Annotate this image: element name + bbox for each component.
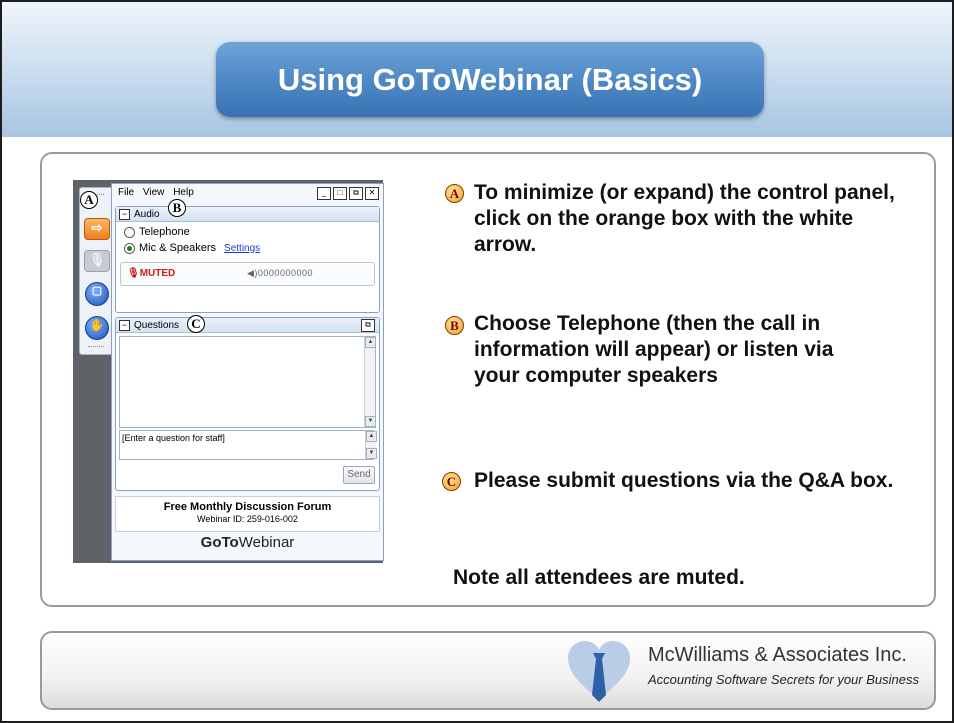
collapse-audio-icon[interactable]: − xyxy=(119,208,130,220)
slide-title: Using GoToWebinar (Basics) xyxy=(277,61,703,97)
expand-collapse-button[interactable]: ⇨ xyxy=(84,218,110,240)
company-logo-icon xyxy=(568,641,630,702)
menu-view[interactable]: View xyxy=(143,187,165,198)
question-input-scrollbar[interactable]: ▲ ▼ xyxy=(365,431,377,459)
window-controls: _ □ ⧉ ✕ xyxy=(317,187,379,200)
webinar-id: Webinar ID: 259-016-002 xyxy=(197,514,298,524)
audio-status: 🎙MUTED ◀)0000000000 xyxy=(120,262,375,286)
note-text: Note all attendees are muted. xyxy=(453,566,745,589)
bullet-b-text: Choose Telephone (then the call in infor… xyxy=(474,312,834,387)
logo-bold: GoTo xyxy=(200,534,239,551)
callout-c: C xyxy=(187,315,205,333)
collapse-questions-icon[interactable]: − xyxy=(119,319,130,331)
marker-b-icon: B xyxy=(445,316,464,335)
callout-a: A xyxy=(80,191,98,209)
questions-header-label: Questions xyxy=(134,319,180,331)
square-icon: ▢ xyxy=(91,285,103,297)
marker-a-icon: A xyxy=(445,184,464,203)
popout-questions-button[interactable]: ⧉ xyxy=(361,318,375,332)
audio-panel: − Audio Telephone Mic & Speakers Setting… xyxy=(115,206,380,313)
input-scroll-up-arrow[interactable]: ▲ xyxy=(366,431,377,442)
footer-panel xyxy=(40,631,936,710)
volume-meter: ◀)0000000000 xyxy=(247,268,313,278)
callout-b: B xyxy=(168,199,186,217)
questions-panel: − Questions ⧉ ▲ ▼ [Enter a question for … xyxy=(115,317,380,491)
scroll-down-arrow[interactable]: ▼ xyxy=(365,416,376,427)
panel-side-toolbar: ⇨ 🎙 ▢ ✋ xyxy=(79,187,113,355)
menu-file[interactable]: File xyxy=(118,187,134,198)
microphone-icon: 🎙 xyxy=(88,252,106,267)
marker-c-icon: C xyxy=(442,472,461,491)
maximize-button[interactable]: □ xyxy=(333,187,347,200)
telephone-option[interactable]: Telephone xyxy=(124,226,190,238)
logo-rest: Webinar xyxy=(238,534,295,551)
slide-header: Using GoToWebinar (Basics) xyxy=(2,2,952,137)
microphone-button[interactable]: 🎙 xyxy=(84,250,110,272)
audio-header: − Audio xyxy=(116,207,379,222)
telephone-label: Telephone xyxy=(139,226,190,238)
webinar-info: Free Monthly Discussion Forum Webinar ID… xyxy=(115,496,380,532)
muted-status: 🎙MUTED xyxy=(127,268,175,279)
settings-link[interactable]: Settings xyxy=(224,243,260,254)
menu-bar: File View Help xyxy=(118,187,200,198)
hand-icon: ✋ xyxy=(89,318,105,332)
question-input[interactable]: [Enter a question for staff] xyxy=(119,430,374,460)
mic-speakers-radio[interactable] xyxy=(124,242,135,254)
scroll-up-arrow[interactable]: ▲ xyxy=(365,337,376,348)
raise-hand-button[interactable]: ✋ xyxy=(85,316,109,340)
send-button[interactable]: Send xyxy=(343,466,375,484)
audio-header-label: Audio xyxy=(134,208,160,220)
title-banner: Using GoToWebinar (Basics) xyxy=(216,42,764,117)
gotowebinar-control-panel: ⇨ 🎙 ▢ ✋ File View Help _ □ ⧉ ✕ − Audio T… xyxy=(73,180,384,563)
questions-header: − Questions ⧉ xyxy=(116,318,379,333)
restore-button[interactable]: ⧉ xyxy=(349,187,363,200)
white-arrow-icon: ⇨ xyxy=(91,220,103,235)
microphone-icon-small: 🎙 xyxy=(127,268,140,279)
bullet-c-text: Please submit questions via the Q&A box. xyxy=(474,469,894,492)
telephone-radio[interactable] xyxy=(124,226,135,238)
grip-handle-bottom[interactable] xyxy=(88,346,104,350)
company-name: McWilliams & Associates Inc. xyxy=(648,644,907,666)
minimize-button[interactable]: _ xyxy=(317,187,331,200)
muted-label: MUTED xyxy=(139,268,176,279)
mic-speakers-label: Mic & Speakers xyxy=(139,242,217,254)
webinar-title: Free Monthly Discussion Forum xyxy=(163,501,332,513)
gotowebinar-logo: GoToWebinar xyxy=(112,534,383,551)
input-scroll-down-arrow[interactable]: ▼ xyxy=(366,448,377,459)
questions-log-scrollbar[interactable]: ▲ ▼ xyxy=(364,337,376,427)
bullet-a-text: To minimize (or expand) the control pane… xyxy=(474,181,895,256)
panel-main: File View Help _ □ ⧉ ✕ − Audio Telephone… xyxy=(111,183,384,561)
mic-speakers-option[interactable]: Mic & Speakers Settings xyxy=(124,242,260,254)
close-button[interactable]: ✕ xyxy=(365,187,379,200)
menu-help[interactable]: Help xyxy=(173,187,194,198)
questions-log[interactable]: ▲ ▼ xyxy=(119,336,376,428)
screen-button[interactable]: ▢ xyxy=(85,282,109,306)
company-tagline: Accounting Software Secrets for your Bus… xyxy=(648,672,919,687)
